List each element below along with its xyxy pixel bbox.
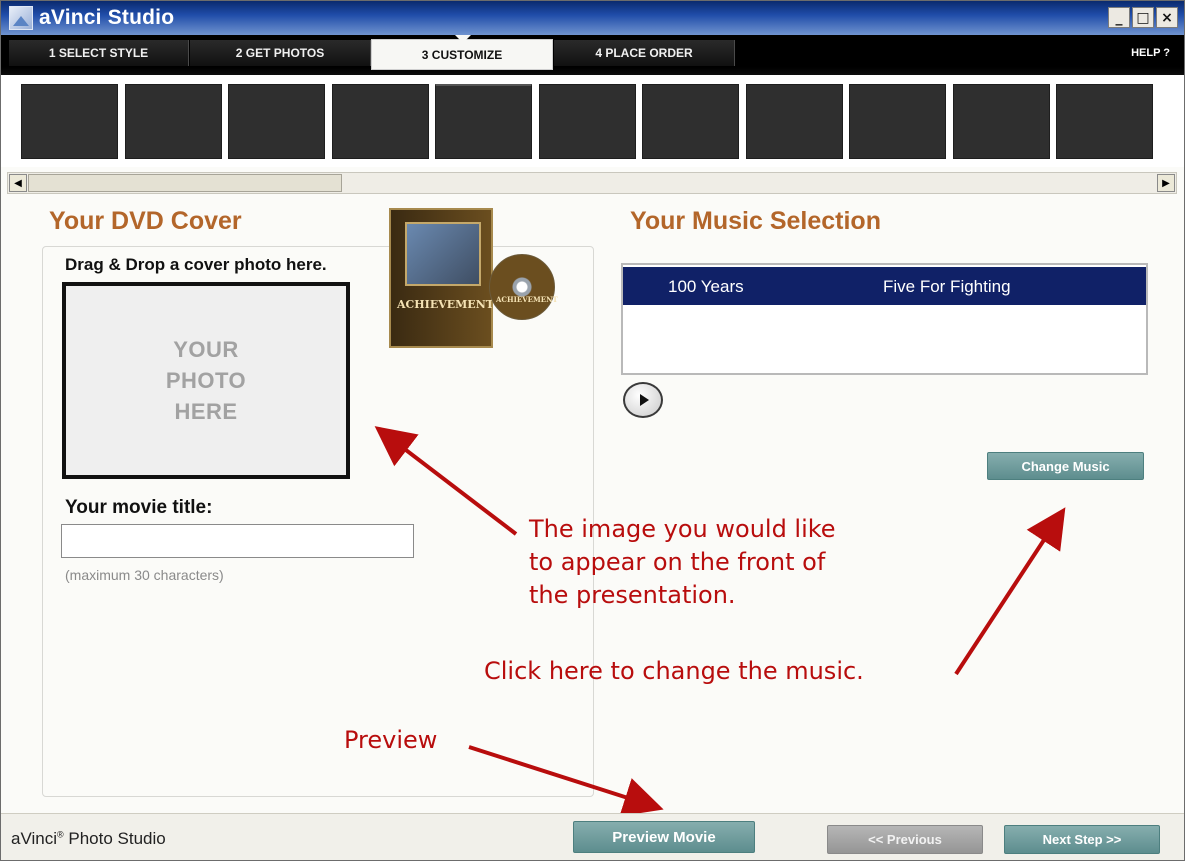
- photo-thumbnail[interactable]: [952, 84, 1050, 159]
- photo-thumbnail[interactable]: [21, 84, 118, 159]
- music-row-selected[interactable]: 100 Years Five For Fighting: [623, 267, 1146, 305]
- previous-button[interactable]: << Previous: [827, 825, 983, 854]
- footer-brand: aVinci® Photo Studio: [11, 829, 166, 849]
- drag-drop-label: Drag & Drop a cover photo here.: [65, 255, 327, 274]
- music-annotation: Click here to change the music.: [484, 657, 864, 685]
- window-controls: _ □ ×: [1108, 7, 1178, 28]
- app-window: aVinci Studio _ □ × 1 SELECT STYLE 2 GET…: [0, 0, 1185, 861]
- step-tabs: 1 SELECT STYLE 2 GET PHOTOS 3 CUSTOMIZE …: [1, 35, 1184, 75]
- tab-customize[interactable]: 3 CUSTOMIZE: [371, 39, 553, 70]
- movie-title-label: Your movie title:: [65, 497, 213, 518]
- dvd-sample-image: ACHIEVEMENT ACHIEVEMENT: [389, 208, 559, 353]
- case-photo: [405, 222, 481, 286]
- tab-get-photos[interactable]: 2 GET PHOTOS: [190, 40, 371, 66]
- maximize-button[interactable]: □: [1132, 7, 1154, 28]
- song-artist: Five For Fighting: [883, 277, 1011, 296]
- annotation-line: The image you would like: [529, 515, 836, 543]
- brand-name: aVinci: [11, 829, 57, 848]
- next-step-button[interactable]: Next Step >>: [1004, 825, 1160, 854]
- photo-thumbnail[interactable]: [849, 84, 946, 159]
- dvd-case: ACHIEVEMENT: [389, 208, 494, 348]
- music-selection-heading: Your Music Selection: [630, 207, 881, 235]
- photo-thumbnail[interactable]: [435, 84, 532, 159]
- photo-thumbnail[interactable]: [228, 84, 325, 159]
- photo-thumbnail[interactable]: [331, 84, 429, 159]
- tab-select-style[interactable]: 1 SELECT STYLE: [9, 40, 189, 66]
- dvd-disc: ACHIEVEMENT: [489, 254, 558, 320]
- photo-thumbnail-strip: [1, 75, 1184, 167]
- tab-place-order[interactable]: 4 PLACE ORDER: [554, 40, 735, 66]
- cover-photo-dropzone[interactable]: YOUR PHOTO HERE: [62, 282, 350, 479]
- image-annotation: The image you would like to appear on th…: [529, 513, 836, 612]
- placeholder-line: HERE: [174, 399, 238, 424]
- movie-title-hint: (maximum 30 characters): [65, 567, 224, 583]
- scrollbar-thumb[interactable]: [28, 174, 342, 192]
- close-button[interactable]: ×: [1156, 7, 1178, 28]
- photo-thumbnail[interactable]: [538, 84, 636, 159]
- app-logo-icon: [9, 6, 33, 30]
- window-title: aVinci Studio: [39, 6, 175, 29]
- photo-thumbnail[interactable]: [642, 84, 739, 159]
- music-list: 100 Years Five For Fighting: [621, 263, 1148, 375]
- title-bar: aVinci Studio _ □ ×: [1, 1, 1184, 35]
- preview-movie-button[interactable]: Preview Movie: [573, 821, 755, 853]
- song-title: 100 Years: [668, 277, 744, 296]
- preview-annotation: Preview: [344, 726, 438, 754]
- annotation-line: to appear on the front of: [529, 548, 826, 576]
- play-icon[interactable]: [623, 382, 663, 418]
- disc-label: ACHIEVEMENT: [496, 295, 558, 304]
- brand-suffix: Photo Studio: [63, 829, 166, 848]
- thumbnail-scrollbar[interactable]: ◀ ▶: [7, 172, 1177, 194]
- active-tab-pointer: [455, 35, 471, 43]
- photo-thumbnail[interactable]: [745, 84, 843, 159]
- dvd-cover-heading: Your DVD Cover: [49, 207, 242, 235]
- photo-thumbnail[interactable]: [124, 84, 222, 159]
- arrow-to-change-music: [954, 507, 1066, 676]
- movie-title-field[interactable]: [61, 524, 414, 558]
- placeholder-line: PHOTO: [165, 368, 247, 393]
- placeholder-line: YOUR: [173, 337, 239, 362]
- help-link[interactable]: HELP ?: [1131, 47, 1170, 59]
- scroll-left-icon[interactable]: ◀: [9, 174, 27, 192]
- change-music-button[interactable]: Change Music: [987, 452, 1144, 480]
- minimize-button[interactable]: _: [1108, 7, 1130, 28]
- annotation-line: the presentation.: [529, 581, 736, 609]
- photo-thumbnail[interactable]: [1056, 84, 1153, 159]
- registered-mark: ®: [57, 829, 64, 840]
- scroll-right-icon[interactable]: ▶: [1157, 174, 1175, 192]
- case-label: ACHIEVEMENT: [397, 298, 494, 311]
